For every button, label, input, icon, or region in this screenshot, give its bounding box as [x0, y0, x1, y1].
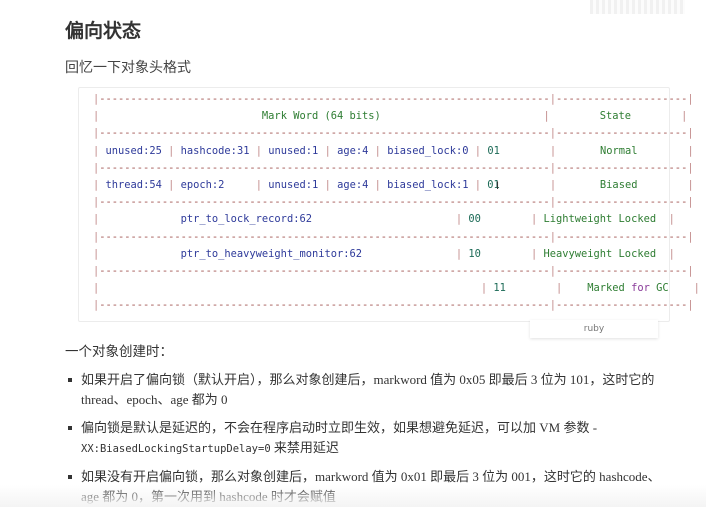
field: hashcode:31	[180, 144, 250, 157]
lock-bits: 10	[468, 247, 481, 260]
section-heading: 偏向状态	[65, 21, 142, 42]
paragraph: 一个对象创建时：	[65, 344, 173, 359]
field: age:4	[337, 179, 369, 192]
field: unused:1	[268, 144, 319, 157]
state-label: Heavyweight Locked	[543, 247, 657, 260]
bottom-fade	[0, 485, 706, 507]
state-label: Biased	[599, 179, 638, 192]
subtitle: 回忆一下对象头格式	[65, 59, 191, 75]
state-header: State	[599, 110, 632, 123]
list-item: 如果开启了偏向锁（默认开启），那么对象创建后，markword 值为 0x05 …	[68, 370, 678, 410]
blurred-overlay	[590, 0, 685, 14]
field: biased_lock:0	[387, 144, 469, 157]
field: biased_lock:1	[387, 179, 469, 192]
text-cursor-icon: I	[496, 180, 500, 192]
lock-bits: 01	[487, 144, 500, 157]
field: age:4	[337, 144, 369, 157]
field: thread:54	[105, 179, 162, 192]
state-label: Normal	[599, 144, 638, 157]
code-block[interactable]: |---------------------------------------…	[78, 87, 700, 322]
list-item: 偏向锁是默认是延迟的，不会在程序启动时立即生效，如果想避免延迟，可以加 VM 参…	[68, 418, 678, 459]
field: unused:1	[268, 179, 319, 192]
code-content[interactable]: |---------------------------------------…	[93, 91, 700, 315]
lock-bits: 00	[468, 213, 481, 226]
state-label: Marked for GC	[587, 282, 669, 295]
keyword: for	[631, 282, 650, 295]
inline-code: XX:BiasedLockingStartupDelay=0	[81, 443, 271, 455]
field: ptr_to_heavyweight_monitor:62	[180, 247, 363, 260]
code-language-label: ruby	[530, 320, 658, 338]
field: epoch:2	[180, 179, 225, 192]
markword-header: Mark Word (64 bits)	[261, 110, 381, 123]
lock-bits: 11	[493, 282, 506, 295]
state-label: Lightweight Locked	[543, 213, 657, 226]
field: unused:25	[105, 144, 162, 157]
field: ptr_to_lock_record:62	[180, 213, 312, 226]
